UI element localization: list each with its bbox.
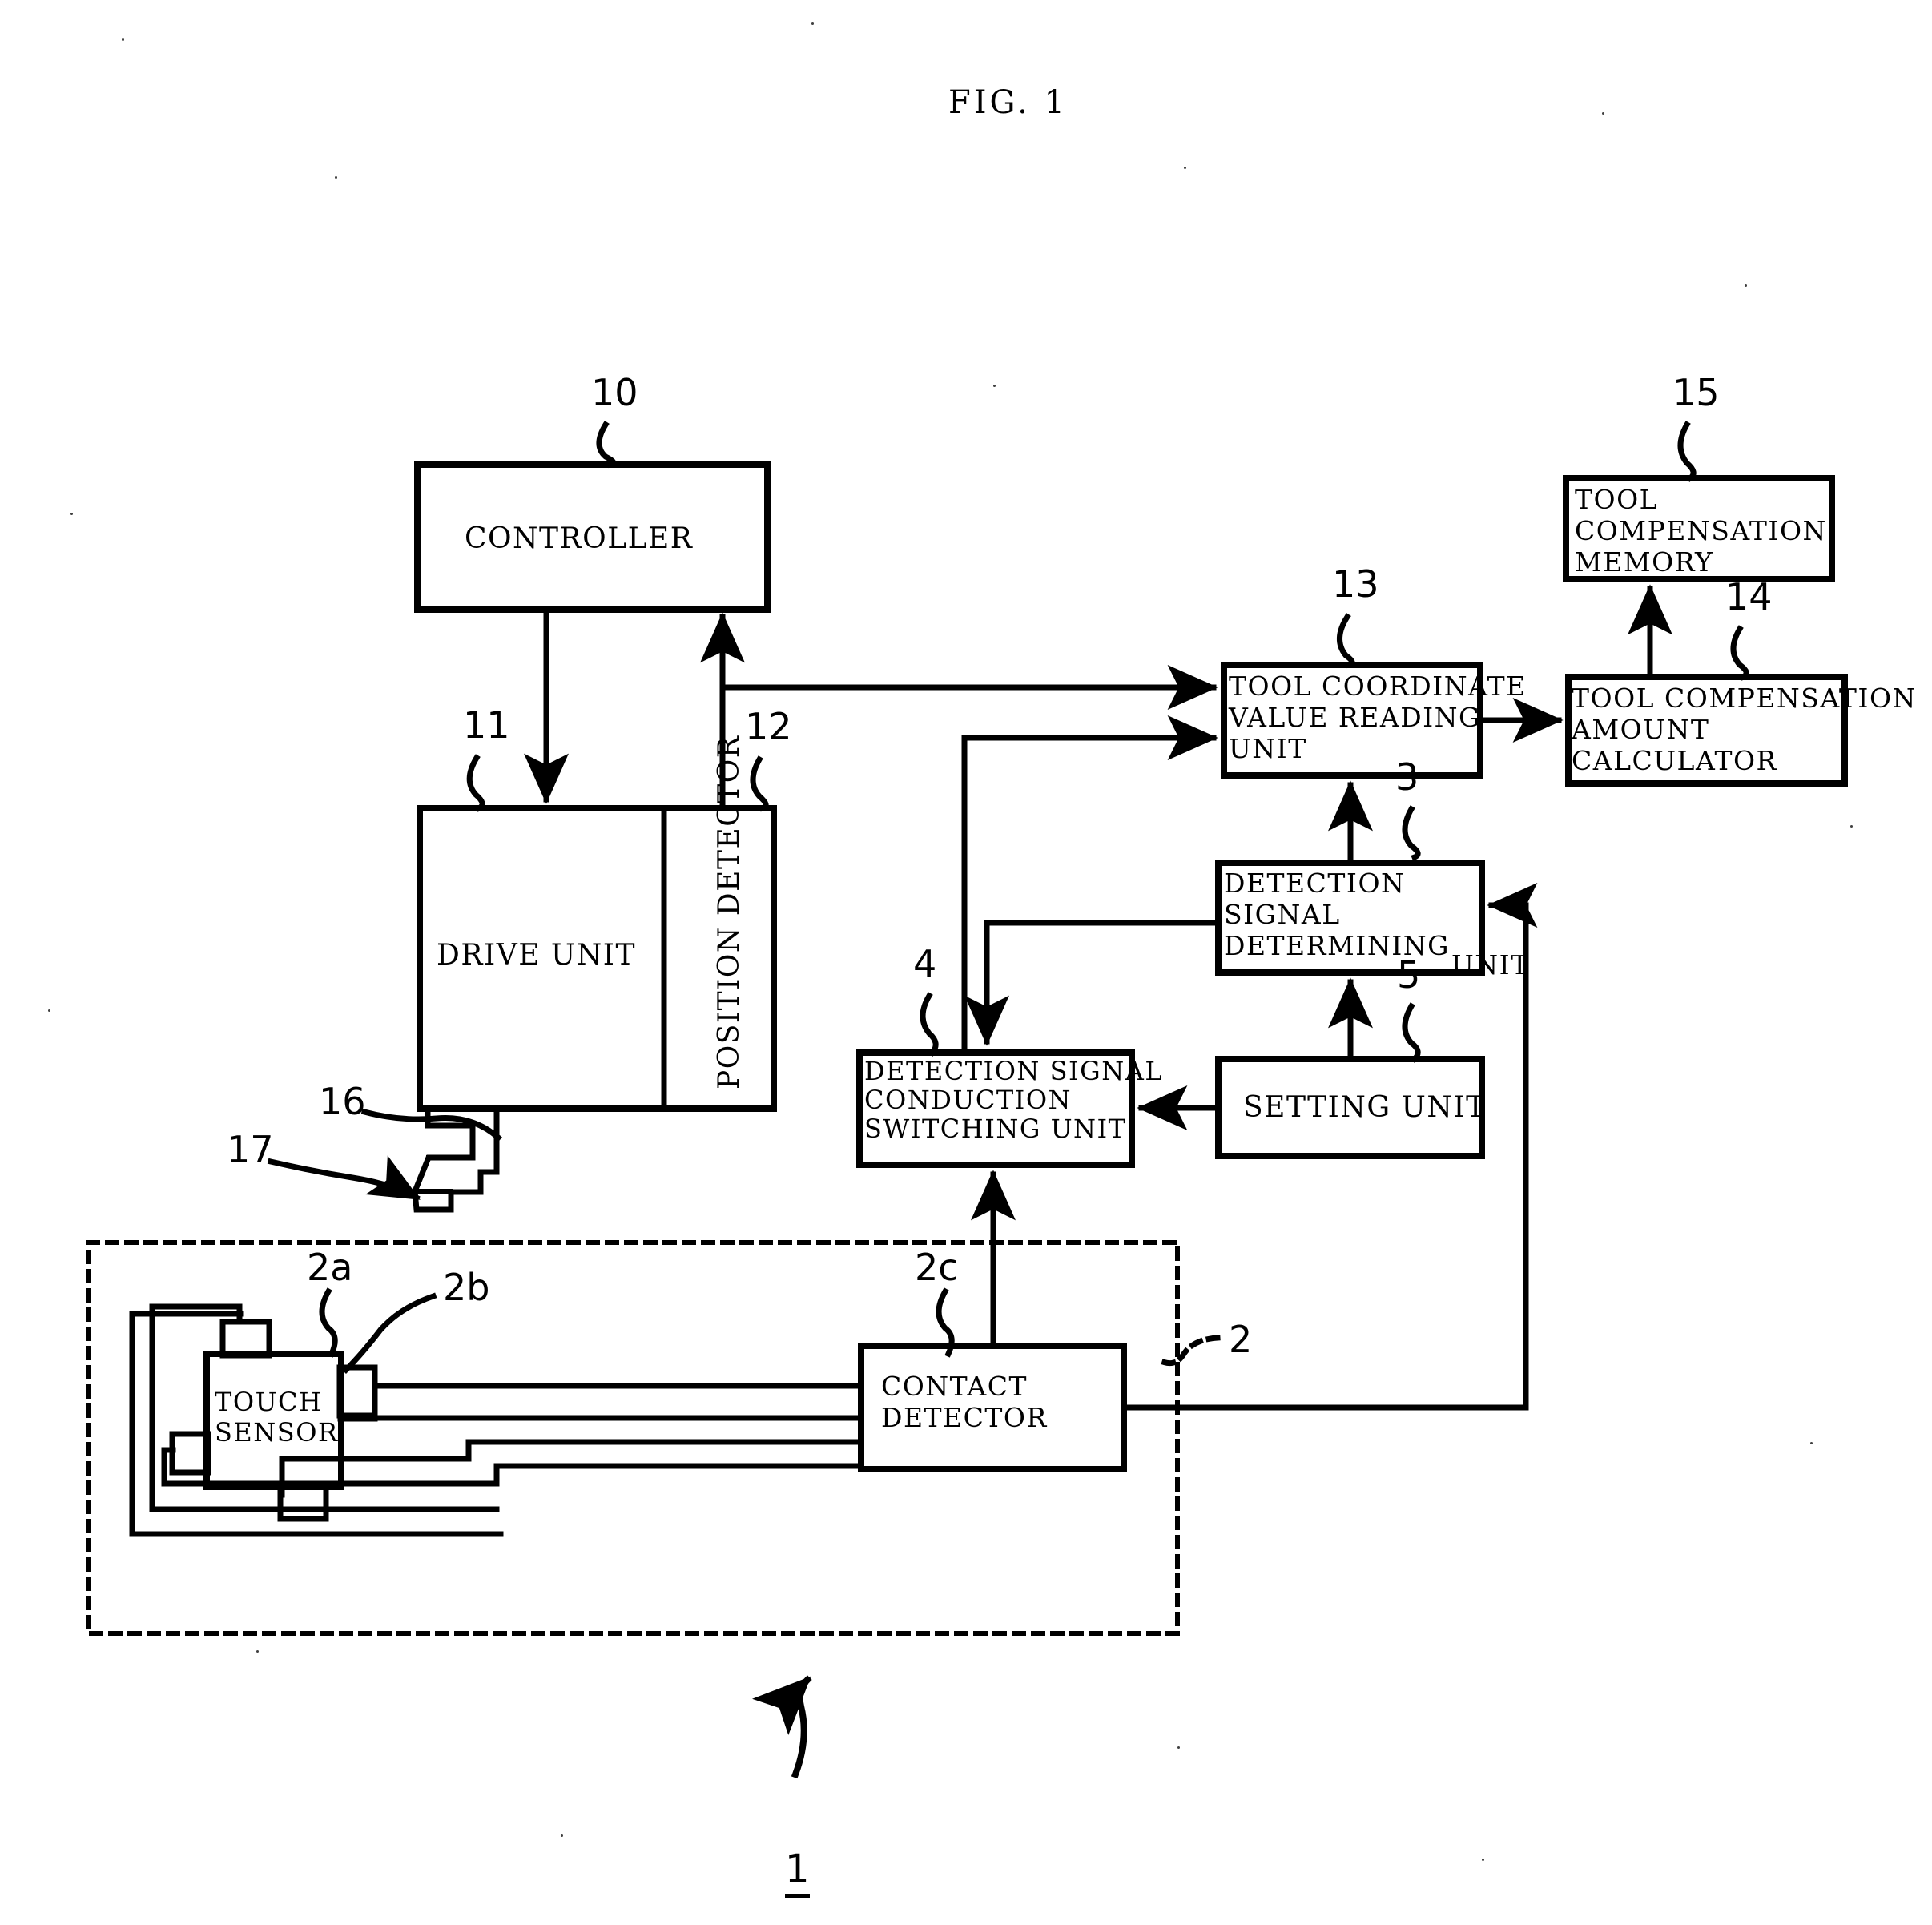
tool-coordinate-label: TOOL COORDINATE VALUE READING UNIT xyxy=(1229,671,1527,764)
patent-figure-sheet: FIG. 1 CONTROLLER 10 DRIVE UNIT 11 POSIT… xyxy=(0,0,1932,1925)
contact-detector-label: CONTACT DETECTOR xyxy=(881,1371,1048,1433)
paper-speck xyxy=(335,176,337,179)
leader-15 xyxy=(1677,421,1697,482)
controller-label: CONTROLLER xyxy=(465,522,694,555)
ref-2c: 2c xyxy=(915,1246,959,1289)
leader-4 xyxy=(920,992,939,1057)
det-signal-switching-label: DETECTION SIGNAL CONDUCTION SWITCHING UN… xyxy=(864,1056,1164,1144)
ref-3: 3 xyxy=(1395,755,1419,799)
leader-17 xyxy=(267,1155,421,1202)
touch-sensor-label: TOUCH SENSOR xyxy=(215,1387,339,1448)
paper-speck xyxy=(1810,1442,1813,1444)
paper-speck xyxy=(993,385,996,387)
touch-sensor-contact-left xyxy=(169,1431,211,1476)
touch-sensor-contact-right xyxy=(336,1364,378,1419)
ref-2: 2 xyxy=(1229,1318,1253,1361)
leader-1-arrow xyxy=(751,1675,812,1779)
paper-speck xyxy=(122,38,124,41)
ref-15: 15 xyxy=(1672,371,1720,414)
figure-title: FIG. 1 xyxy=(948,84,1068,121)
paper-speck xyxy=(1482,1859,1484,1861)
paper-speck xyxy=(48,1009,50,1012)
sensor-wire-2 xyxy=(337,1413,864,1422)
paper-speck xyxy=(1184,167,1186,169)
paper-speck xyxy=(1850,825,1853,828)
wire-determining-to-switching xyxy=(964,920,1222,1046)
paper-speck xyxy=(70,513,73,515)
leader-14 xyxy=(1730,625,1749,681)
ref-2b: 2b xyxy=(443,1266,490,1309)
paper-speck xyxy=(1602,112,1604,115)
ref-13: 13 xyxy=(1332,562,1379,606)
ref-10: 10 xyxy=(591,371,638,414)
paper-speck xyxy=(561,1834,563,1837)
det-signal-determining-label-overflow: UNIT xyxy=(1451,949,1530,981)
drive-unit-label: DRIVE UNIT xyxy=(437,939,636,972)
det-signal-determining-label: DETECTION SIGNAL DETERMINING xyxy=(1224,868,1450,961)
ref-5: 5 xyxy=(1397,953,1421,997)
ref-17: 17 xyxy=(227,1128,274,1171)
leader-13 xyxy=(1337,613,1355,669)
leader-11 xyxy=(466,754,485,812)
touch-sensor-contact-top xyxy=(219,1319,272,1359)
sensor-wire-4 xyxy=(161,1447,864,1487)
tool-comp-calculator-label: TOOL COMPENSATION AMOUNT CALCULATOR xyxy=(1572,683,1917,776)
leader-12 xyxy=(750,755,769,812)
setting-unit-label: SETTING UNIT xyxy=(1243,1091,1487,1124)
ref-12: 12 xyxy=(745,705,792,748)
paper-speck xyxy=(256,1650,259,1653)
ref-2a: 2a xyxy=(307,1246,353,1289)
leader-3 xyxy=(1402,805,1421,861)
ref-14: 14 xyxy=(1725,575,1773,618)
ref-4: 4 xyxy=(913,942,937,985)
paper-speck xyxy=(1745,284,1747,287)
leader-5 xyxy=(1402,1002,1421,1063)
leader-2a xyxy=(319,1287,338,1358)
diagram-vector-layer xyxy=(86,421,1848,1779)
paper-speck xyxy=(1177,1746,1180,1749)
ref-11: 11 xyxy=(463,703,510,747)
position-detector-label: POSITION DETECTOR xyxy=(713,735,746,1089)
ref-16: 16 xyxy=(319,1080,366,1123)
ref-1-system: 1 xyxy=(785,1846,810,1898)
tool-comp-memory-label: TOOL COMPENSATION MEMORY xyxy=(1575,484,1827,578)
leader-10 xyxy=(596,421,617,469)
wire-switching-to-tool-coordinate xyxy=(961,715,1218,1056)
paper-speck xyxy=(811,22,814,25)
leader-2 xyxy=(1159,1335,1221,1367)
touch-sensor-contact-bottom xyxy=(277,1482,329,1522)
leader-2b xyxy=(342,1292,437,1374)
